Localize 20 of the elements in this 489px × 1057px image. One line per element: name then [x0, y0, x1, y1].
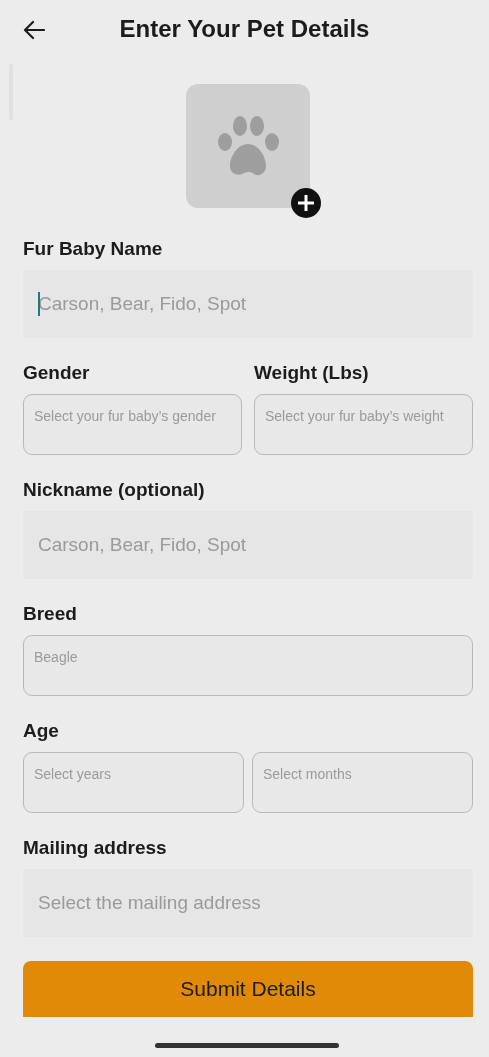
field-label: Fur Baby Name — [23, 238, 163, 260]
back-arrow-icon[interactable] — [23, 20, 45, 40]
input-field[interactable]: Select your fur baby’s weight — [254, 394, 473, 455]
field-label: Weight (Lbs) — [254, 362, 369, 384]
submit-button[interactable]: Submit Details — [23, 961, 473, 1017]
field-label: Mailing address — [23, 837, 167, 859]
page-title: Enter Your Pet Details — [119, 14, 370, 44]
input-field[interactable]: Carson, Bear, Fido, Spot — [23, 511, 473, 579]
input-field[interactable]: Select the mailing address — [23, 869, 473, 937]
field-label: Nickname (optional) — [23, 479, 205, 501]
add-photo-icon[interactable] — [290, 187, 322, 219]
field-label: Age — [23, 720, 59, 742]
input-field[interactable]: Carson, Bear, Fido, Spot — [23, 270, 473, 338]
paw-icon — [216, 114, 280, 178]
input-field[interactable]: Select years — [23, 752, 244, 813]
input-field[interactable]: Beagle — [23, 635, 473, 696]
field-label: Gender — [23, 362, 90, 384]
field-label: Breed — [23, 603, 77, 625]
input-field[interactable]: Select your fur baby’s gender — [23, 394, 242, 455]
input-field[interactable]: Select months — [252, 752, 473, 813]
